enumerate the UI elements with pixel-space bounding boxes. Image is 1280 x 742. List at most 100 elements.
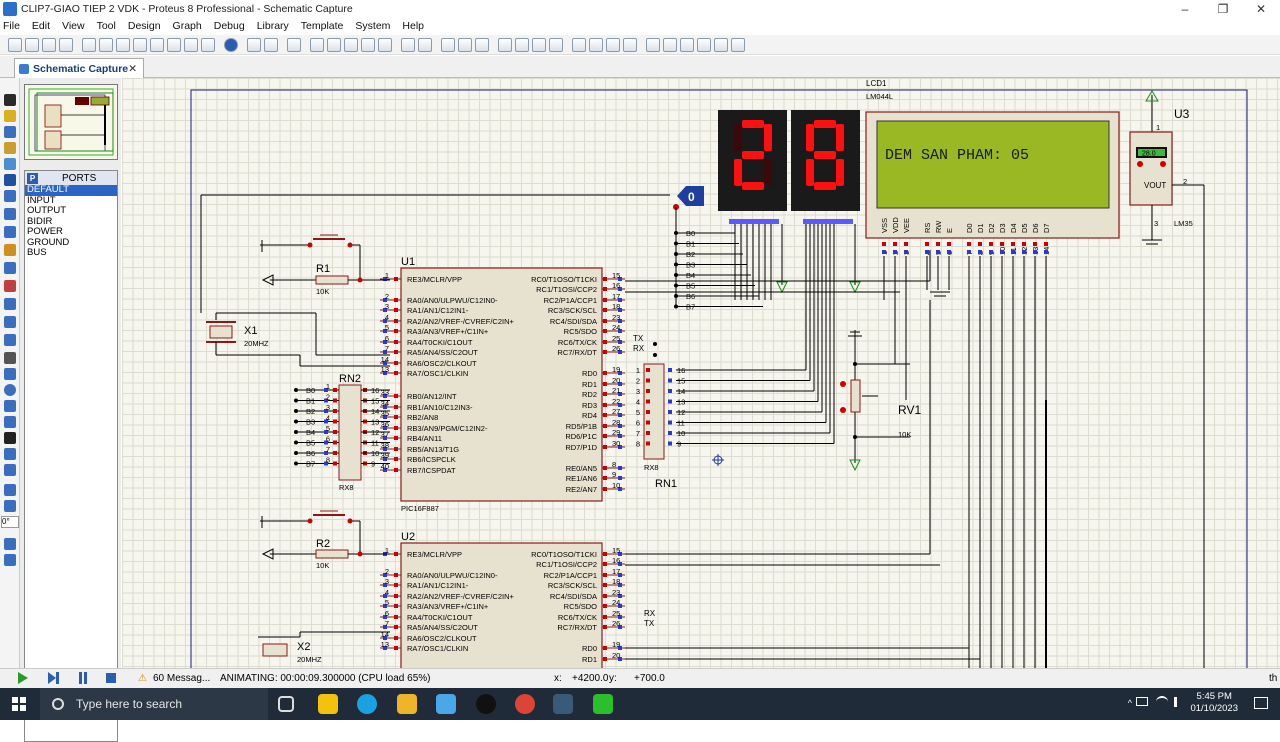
mcu-u1[interactable]: U1 PIC16F887 RE3/MCLR/VPP 1 RA0/AN0/ULPWU/… [380,256,625,513]
port-item-output[interactable]: OUTPUT [25,205,117,217]
home-icon[interactable] [82,37,96,52]
symbol-icon[interactable] [4,448,16,460]
play-simulation-button[interactable] [16,671,30,685]
pcb-icon[interactable] [116,37,130,52]
zoom-out-icon[interactable] [344,37,358,52]
file-explorer-icon[interactable] [397,694,417,714]
arc-icon[interactable] [4,400,16,412]
block-move-icon[interactable] [515,37,529,52]
generator-icon[interactable] [4,280,16,292]
tab-close-icon[interactable]: ✕ [128,63,137,75]
windows-start-icon[interactable] [12,697,26,711]
menu-file[interactable]: File [3,20,20,32]
logic-state-port[interactable]: 0 [673,186,704,210]
zoom-in-icon[interactable] [327,37,341,52]
wifi-icon[interactable] [1156,696,1168,708]
port-item-power[interactable]: POWER [25,226,117,238]
menu-library[interactable]: Library [257,20,289,32]
buses-icon[interactable] [4,174,16,186]
exit-to-parent-icon[interactable] [731,37,745,52]
text-icon[interactable] [4,432,16,444]
help-icon[interactable] [224,37,238,52]
port-item-default[interactable]: DEFAULT [25,184,117,196]
cut-icon[interactable] [441,37,455,52]
graph-icon[interactable] [4,244,16,256]
rotate-anticlockwise-icon[interactable] [4,500,16,512]
rotation-angle-field[interactable]: 0° [1,516,19,528]
text-script-icon[interactable] [4,158,16,170]
device-pins-icon[interactable] [4,226,16,238]
terminals-icon[interactable] [4,208,16,220]
junction-dot-icon[interactable] [4,126,16,138]
pick-devices-button[interactable]: P [27,172,38,184]
new-sheet-icon[interactable] [697,37,711,52]
3d-icon[interactable] [133,37,147,52]
tape-recorder-icon[interactable] [4,262,16,274]
subcircuit-icon[interactable] [4,190,16,202]
battery-icon[interactable] [1136,697,1148,706]
close-button[interactable]: ✕ [1242,0,1280,18]
camtasia-icon[interactable] [593,694,613,714]
search-tag-icon[interactable] [663,37,677,52]
menu-template[interactable]: Template [301,20,344,32]
menu-edit[interactable]: Edit [32,20,50,32]
overview-window[interactable] [24,84,118,160]
schematic-canvas[interactable]: U1 PIC16F887 RE3/MCLR/VPP 1 RA0/AN0/ULPWU/… [122,78,1280,668]
menu-view[interactable]: View [62,20,85,32]
task-view-icon[interactable] [278,696,294,712]
mirror-vertical-icon[interactable] [4,554,16,566]
taskbar-search-box[interactable]: Type here to search [40,688,268,720]
source-code-icon[interactable] [184,37,198,52]
decompose-icon[interactable] [623,37,637,52]
step-simulation-button[interactable] [46,671,60,685]
chrome-icon[interactable] [515,694,535,714]
block-rotate-icon[interactable] [532,37,546,52]
pick-device-icon[interactable] [572,37,586,52]
tab-schematic-capture[interactable]: Schematic Capture ✕ [14,58,144,78]
minimize-button[interactable]: – [1166,0,1204,18]
current-probe-icon[interactable] [4,316,16,328]
origin-icon[interactable] [287,37,301,52]
open-folder-icon[interactable] [25,37,39,52]
menu-debug[interactable]: Debug [214,20,245,32]
zoom-area-icon[interactable] [378,37,392,52]
virtual-instruments-icon[interactable] [4,334,16,346]
selection-mode-icon[interactable] [4,94,16,106]
remove-sheet-icon[interactable] [714,37,728,52]
zoom-all-icon[interactable] [361,37,375,52]
maximize-button[interactable]: ❐ [1204,0,1242,18]
new-file-icon[interactable] [8,37,22,52]
redo-icon[interactable] [418,37,432,52]
undo-icon[interactable] [401,37,415,52]
menu-help[interactable]: Help [402,20,424,32]
notifications-icon[interactable] [1254,697,1268,709]
line-icon[interactable] [4,352,16,364]
bom-icon[interactable] [167,37,181,52]
packaging-tool-icon[interactable] [606,37,620,52]
messages-count[interactable]: 60 Messag... [153,673,210,684]
port-item-bus[interactable]: BUS [25,247,117,259]
pen-app-icon[interactable] [436,694,456,714]
voltage-probe-icon[interactable] [4,298,16,310]
paste-icon[interactable] [475,37,489,52]
property-assignment-icon[interactable] [680,37,694,52]
menu-design[interactable]: Design [128,20,161,32]
box-icon[interactable] [4,368,16,380]
component-mode-icon[interactable] [4,110,16,122]
pause-simulation-button[interactable] [76,671,90,685]
sticky-notes-icon[interactable] [318,694,338,714]
volume-icon[interactable] [1174,697,1184,707]
mirror-horizontal-icon[interactable] [4,538,16,550]
temperature-sensor-u3[interactable]: 28.0 VOUT U3 LM35 1 2 3 [1129,90,1205,668]
pan-icon[interactable] [310,37,324,52]
schematic-icon[interactable] [99,37,113,52]
design-explorer-icon[interactable] [201,37,215,52]
block-delete-icon[interactable] [549,37,563,52]
path-icon[interactable] [4,416,16,428]
potentiometer-rv1[interactable] [848,330,910,472]
menu-graph[interactable]: Graph [173,20,202,32]
wire-autorouter-icon[interactable] [646,37,660,52]
stop-simulation-button[interactable] [104,671,118,685]
menu-system[interactable]: System [355,20,390,32]
wire-label-icon[interactable] [4,142,16,154]
